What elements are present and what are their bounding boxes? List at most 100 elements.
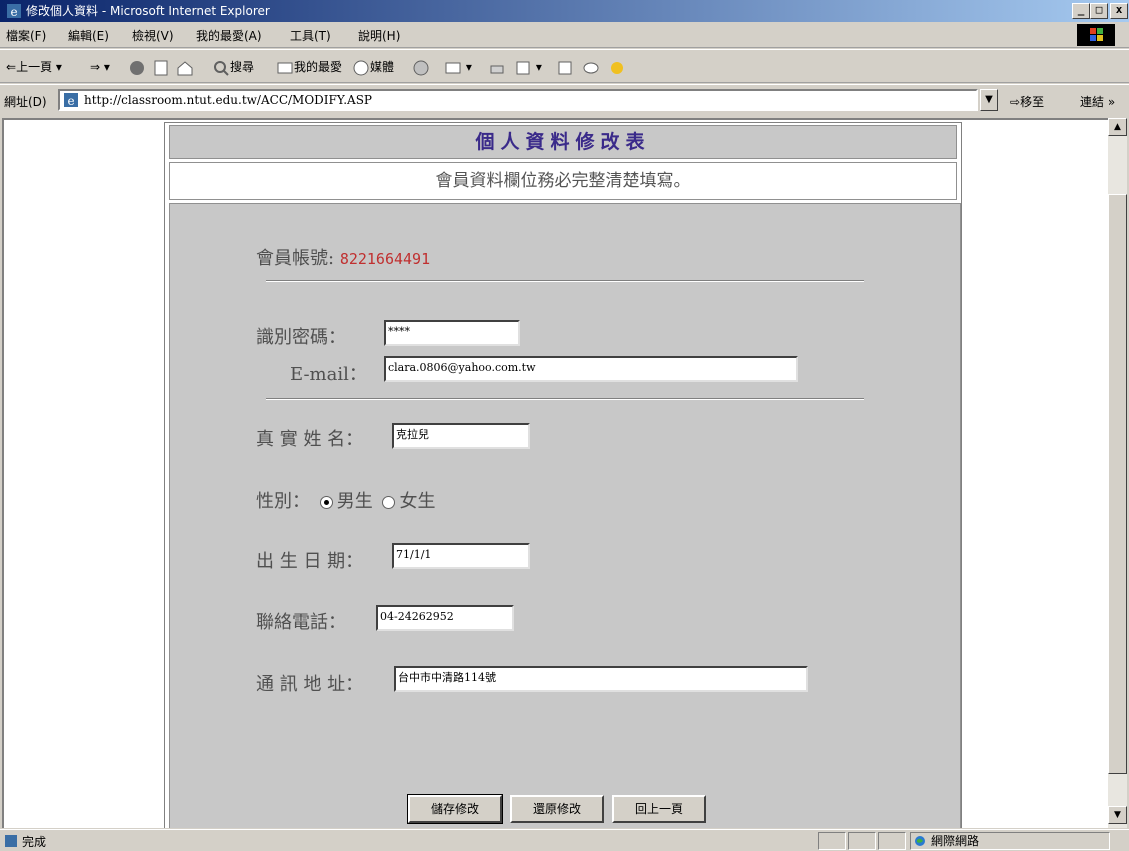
print-button[interactable] xyxy=(488,56,506,78)
password-label: 識別密碼： xyxy=(256,327,346,348)
refresh-icon xyxy=(154,60,168,75)
favorites-icon xyxy=(277,62,293,73)
account-label: 會員帳號: xyxy=(256,248,335,269)
back-page-button[interactable]: 回上一頁 xyxy=(612,795,706,823)
status-panel xyxy=(878,832,906,850)
links-button[interactable]: 連結 » xyxy=(1080,93,1115,110)
messenger-icon xyxy=(583,62,599,73)
form-body: 會員帳號: 8221664491 識別密碼： **** E-mail： clar… xyxy=(169,203,961,828)
form-title: 個人資料修改表 xyxy=(169,125,957,159)
email-label: E-mail： xyxy=(290,364,367,385)
status-panel xyxy=(848,832,876,850)
menu-help[interactable]: 說明(H) xyxy=(358,27,400,44)
menu-bar: 檔案(F) 編輯(E) 檢視(V) 我的最愛(A) 工具(T) 說明(H) xyxy=(0,22,1129,48)
menu-file[interactable]: 檔案(F) xyxy=(6,27,46,44)
mail-icon xyxy=(445,62,461,73)
page-viewport: 個人資料修改表 會員資料欄位務必完整清楚填寫。 會員帳號: 8221664491… xyxy=(2,118,1108,828)
edit-icon xyxy=(516,61,530,74)
zone-text: 網際網路 xyxy=(931,834,980,848)
search-button[interactable]: 搜尋 xyxy=(212,56,254,78)
page-icon: e xyxy=(64,93,78,108)
stop-icon xyxy=(130,60,144,75)
account-value: 8221664491 xyxy=(339,250,431,268)
extra-button[interactable] xyxy=(608,56,626,78)
profile-form-table: 個人資料修改表 會員資料欄位務必完整清楚填寫。 會員帳號: 8221664491… xyxy=(164,122,962,828)
address-url: http://classroom.ntut.edu.tw/ACC/MODIFY.… xyxy=(84,93,373,107)
refresh-button[interactable] xyxy=(152,56,170,78)
home-button[interactable] xyxy=(176,56,194,78)
minimize-button[interactable]: _ xyxy=(1072,3,1090,19)
globe-icon xyxy=(915,836,925,846)
reset-button[interactable]: 還原修改 xyxy=(510,795,604,823)
scroll-thumb[interactable] xyxy=(1108,194,1127,774)
svg-text:e: e xyxy=(67,94,74,108)
phone-field[interactable]: 04-24262952 xyxy=(376,605,514,631)
birth-label: 出 生 日 期： xyxy=(256,551,364,572)
scroll-up-button[interactable]: ▲ xyxy=(1108,118,1127,136)
address-field-label: 通 訊 地 址： xyxy=(256,674,364,695)
page-status-icon xyxy=(5,835,17,847)
phone-label: 聯絡電話： xyxy=(256,612,346,633)
menu-tools[interactable]: 工具(T) xyxy=(290,27,331,44)
window-title: 修改個人資料 - Microsoft Internet Explorer xyxy=(26,4,270,18)
forward-arrow-icon: ⇒ ▾ xyxy=(90,60,110,74)
name-label: 真 實 姓 名： xyxy=(256,429,364,450)
history-icon xyxy=(413,60,429,75)
address-input[interactable]: e http://classroom.ntut.edu.tw/ACC/MODIF… xyxy=(58,89,978,111)
home-icon xyxy=(177,60,193,75)
password-field[interactable]: **** xyxy=(384,320,520,346)
address-dropdown-button[interactable]: ▼ xyxy=(980,89,998,111)
toolbar: ⇐上一頁 ▾ ⇒ ▾ 搜尋 我的最愛 媒體 ▾ ▾ xyxy=(0,49,1129,83)
divider xyxy=(266,398,864,400)
back-button[interactable]: ⇐上一頁 ▾ xyxy=(6,56,62,78)
go-button[interactable]: ⇨移至 xyxy=(1010,93,1044,110)
address-field[interactable]: 台中市中清路114號 xyxy=(394,666,808,692)
menu-edit[interactable]: 編輯(E) xyxy=(68,27,109,44)
media-icon xyxy=(353,60,369,75)
gender-female-radio[interactable] xyxy=(382,495,396,509)
address-label: 網址(D) xyxy=(4,95,47,109)
forward-button[interactable]: ⇒ ▾ xyxy=(90,56,110,78)
menu-favorites[interactable]: 我的最愛(A) xyxy=(196,27,262,44)
gender-male-label: 男生 xyxy=(336,491,373,512)
address-bar: 網址(D) e http://classroom.ntut.edu.tw/ACC… xyxy=(0,84,1129,116)
maximize-button[interactable]: □ xyxy=(1090,3,1108,19)
print-icon xyxy=(490,65,504,73)
gender-label: 性別： xyxy=(256,491,310,512)
back-arrow-icon: ⇐ xyxy=(6,60,17,74)
status-bar: 完成 網際網路 xyxy=(0,829,1129,851)
discuss-icon xyxy=(558,61,572,74)
browser-window: e 修改個人資料 - Microsoft Internet Explorer _… xyxy=(0,0,1129,851)
gender-female-label: 女生 xyxy=(399,491,436,512)
email-field[interactable]: clara.0806@yahoo.com.tw xyxy=(384,356,798,382)
discuss-button[interactable] xyxy=(556,56,574,78)
birth-field[interactable]: 71/1/1 xyxy=(392,543,530,569)
save-button[interactable]: 儲存修改 xyxy=(407,794,503,824)
zone-panel: 網際網路 xyxy=(910,832,1110,850)
msn-icon xyxy=(611,61,623,74)
form-note: 會員資料欄位務必完整清楚填寫。 xyxy=(169,162,957,200)
divider xyxy=(266,280,864,282)
messenger-button[interactable] xyxy=(582,56,600,78)
stop-button[interactable] xyxy=(128,56,146,78)
svg-text:e: e xyxy=(10,5,17,19)
ie-icon: e xyxy=(7,4,21,19)
mail-button[interactable]: ▾ xyxy=(444,56,472,78)
scroll-down-button[interactable]: ▼ xyxy=(1108,806,1127,824)
edit-button[interactable]: ▾ xyxy=(514,56,542,78)
vertical-scrollbar[interactable]: ▲ ▼ xyxy=(1108,118,1127,828)
close-button[interactable]: x xyxy=(1110,3,1128,19)
status-panel xyxy=(818,832,846,850)
search-icon xyxy=(214,60,229,76)
title-bar: e 修改個人資料 - Microsoft Internet Explorer _… xyxy=(0,0,1129,22)
account-row: 會員帳號: 8221664491 xyxy=(256,244,430,270)
media-button[interactable]: 媒體 xyxy=(352,56,394,78)
status-text: 完成 xyxy=(22,835,47,849)
gender-male-radio[interactable] xyxy=(319,495,333,509)
history-button[interactable] xyxy=(412,56,430,78)
menu-view[interactable]: 檢視(V) xyxy=(132,27,174,44)
go-arrow-icon: ⇨ xyxy=(1010,95,1021,109)
favorites-button[interactable]: 我的最愛 xyxy=(276,56,342,78)
name-field[interactable]: 克拉兒 xyxy=(392,423,530,449)
windows-logo-icon xyxy=(1077,24,1115,46)
